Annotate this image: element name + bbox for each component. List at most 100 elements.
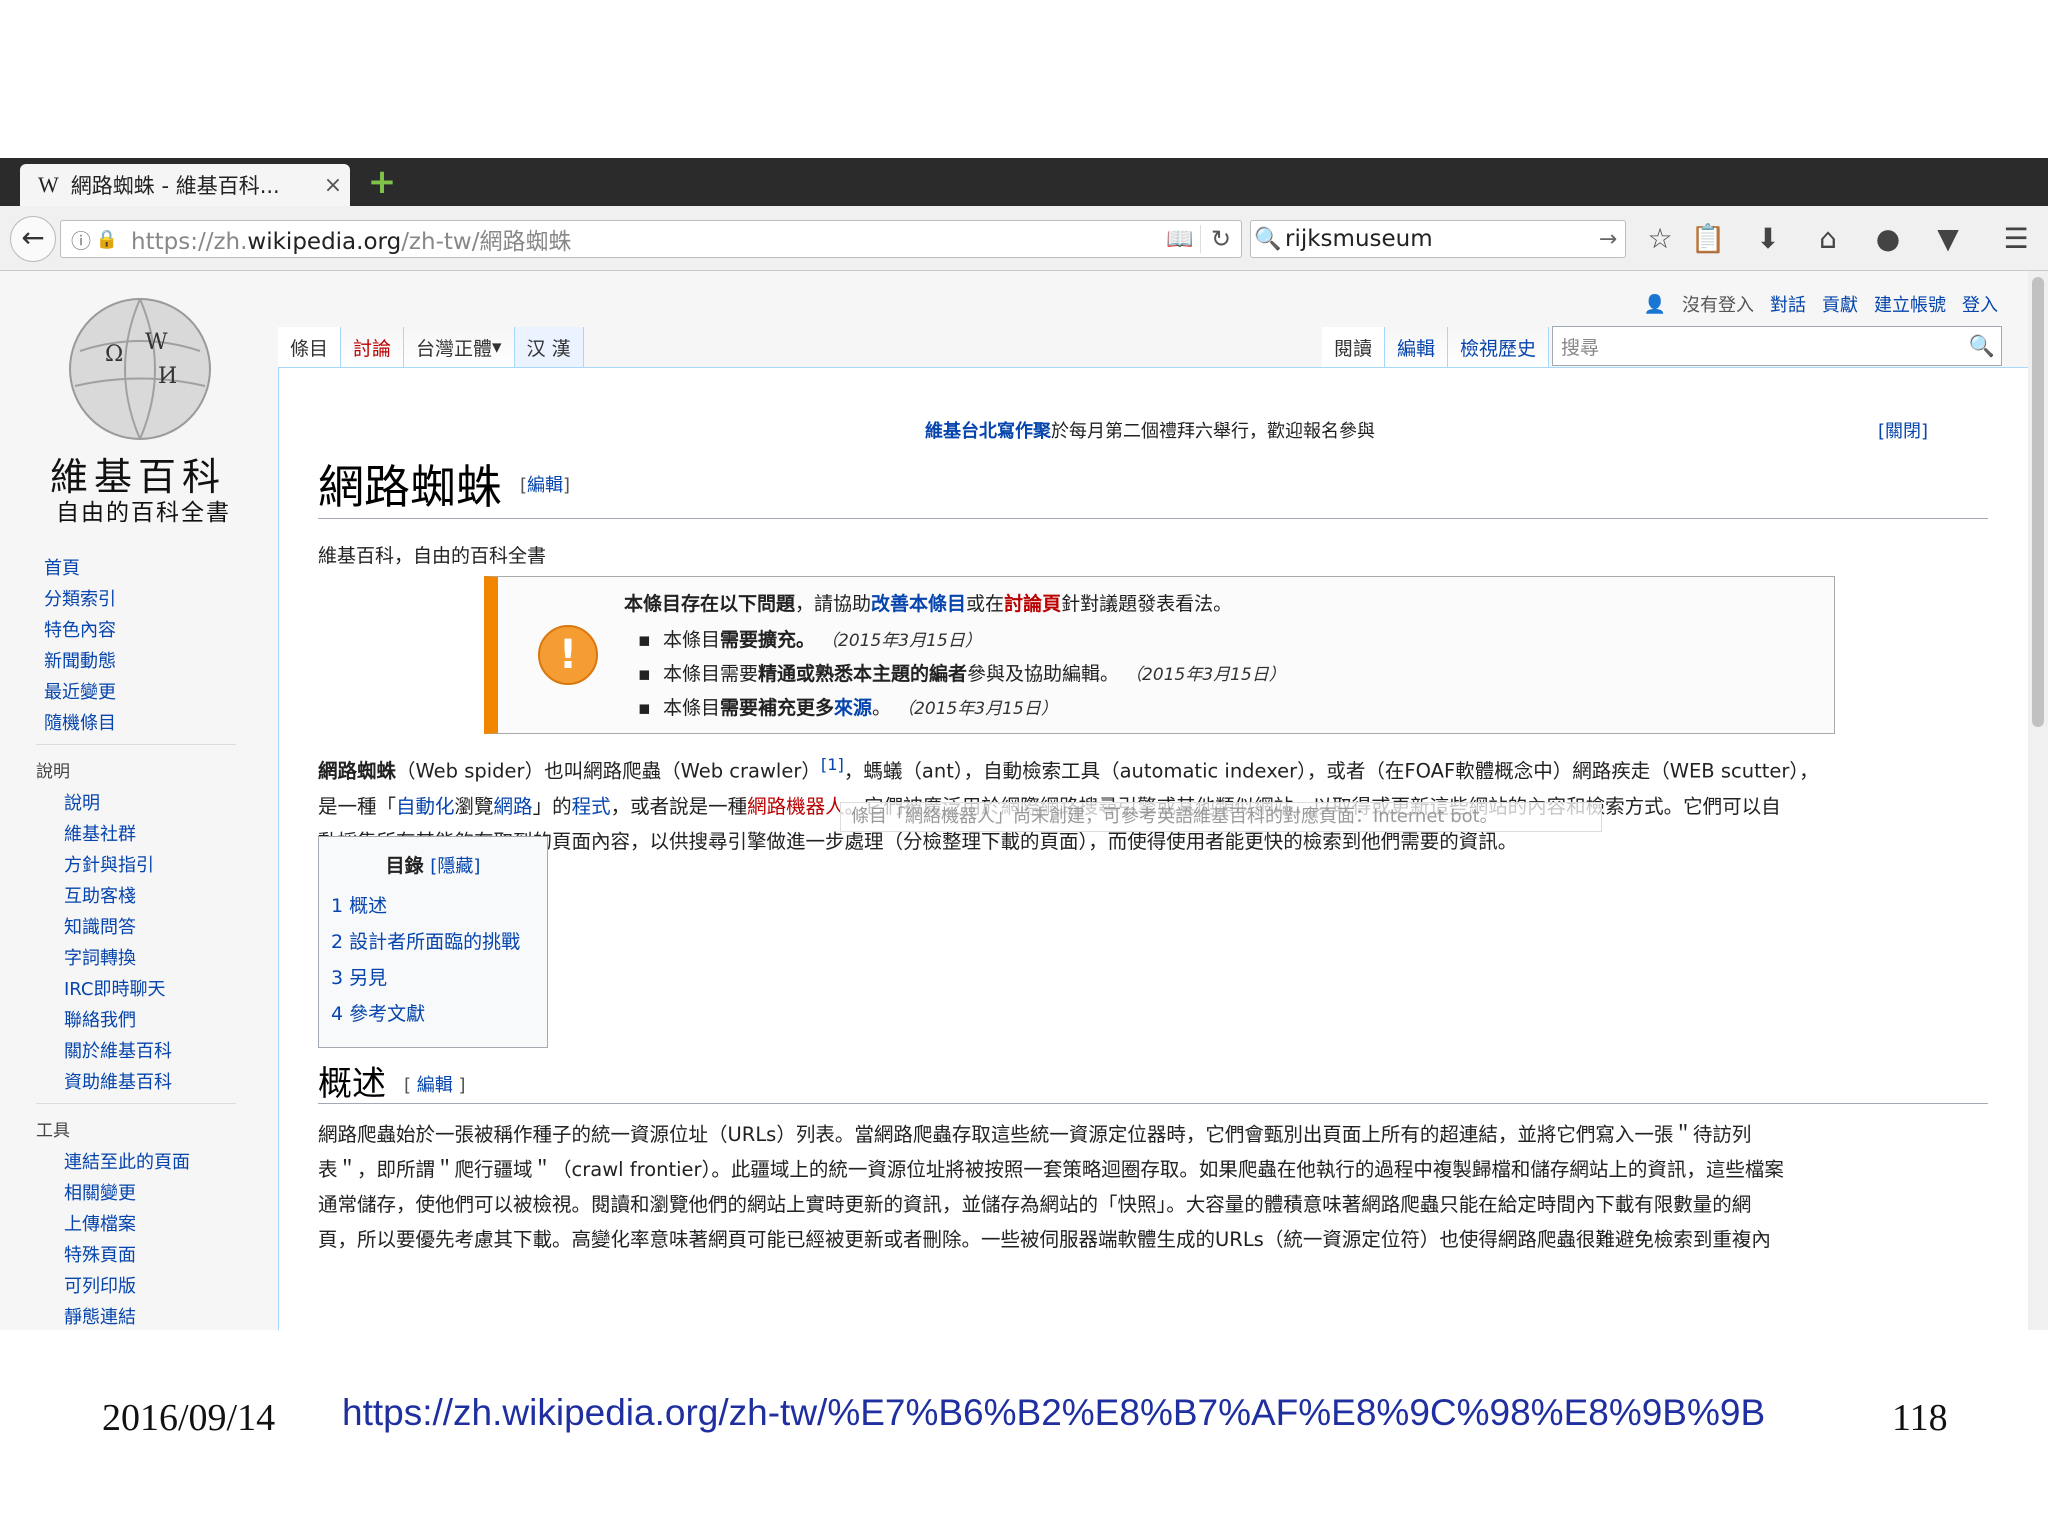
wikipedia-globe-logo[interactable]: Ω W И (60, 291, 220, 441)
overview-line: 頁，所以要優先考慮其下載。高變化率意味著網頁可能已經被更新或者刪除。一些被伺服器… (318, 1228, 1771, 1251)
toc-item[interactable]: 4 參考文獻 (331, 999, 425, 1026)
sidebar-item-conversion[interactable]: 字詞轉換 (64, 944, 172, 975)
program-link[interactable]: 程式 (572, 795, 611, 818)
talk-link[interactable]: 對話 (1770, 291, 1806, 317)
pocket-icon[interactable]: ▼ (1928, 222, 1968, 256)
sidebar-item-main-page[interactable]: 首頁 (44, 554, 116, 585)
browser-tab[interactable]: W 網路蜘蛛 - 維基百科... × (20, 164, 350, 206)
sidebar-item-news[interactable]: 新聞動態 (44, 647, 116, 678)
star-icon[interactable]: ☆ (1640, 222, 1680, 256)
sidebar-item-upload[interactable]: 上傳檔案 (64, 1210, 190, 1241)
sidebar-tools-heading[interactable]: 工具 (36, 1116, 70, 1141)
lock-icon[interactable]: 🔒 (95, 229, 119, 250)
sidebar-item-irc[interactable]: IRC即時聊天 (64, 975, 172, 1006)
search-icon: 🔍 (1254, 226, 1282, 252)
title-divider (318, 518, 1988, 519)
reference-link[interactable]: [1] (821, 755, 844, 774)
ambox-item: ▪ 本條目需要補充更多來源。 （2015年3月15日） (638, 697, 1058, 719)
section-edit-link[interactable]: [ 編輯 ] (404, 1071, 466, 1097)
address-bar[interactable]: ⓘ 🔒 https://zh.wikipedia.org/zh-tw/網路蜘蛛 … (60, 220, 1242, 258)
navigation-toolbar: ← ⓘ 🔒 https://zh.wikipedia.org/zh-tw/網路蜘… (0, 206, 2048, 271)
wiki-search-input[interactable]: 搜尋 🔍 (1552, 326, 2002, 366)
sidebar-item-qa[interactable]: 知識問答 (64, 913, 172, 944)
slide-source-url[interactable]: https://zh.wikipedia.org/zh-tw/%E7%B6%B2… (342, 1392, 1765, 1434)
sidebar-item-donate[interactable]: 資助維基百科 (64, 1068, 172, 1099)
toc-item[interactable]: 2 設計者所面臨的挑戰 (331, 927, 520, 954)
sitenotice-close-link[interactable]: [關閉] (1878, 417, 1928, 443)
tab-edit[interactable]: 編輯 (1385, 327, 1449, 367)
sidebar-item-permalink[interactable]: 靜態連結 (64, 1303, 190, 1330)
scroll-thumb[interactable] (2032, 277, 2044, 727)
sources-link[interactable]: 來源 (834, 697, 872, 719)
back-arrow-icon[interactable]: ← (10, 216, 56, 262)
ambox-item: ▪ 本條目需要擴充。 （2015年3月15日） (638, 629, 982, 651)
chat-icon[interactable]: ● (1868, 222, 1908, 256)
toc-item[interactable]: 1 概述 (331, 891, 387, 918)
improve-article-link[interactable]: 改善本條目 (871, 593, 966, 615)
slide-date: 2016/09/14 (102, 1397, 276, 1439)
internet-bot-link[interactable]: 網路機器人 (747, 795, 845, 818)
intro-line: 網路蜘蛛（Web spider）也叫網路爬蟲（Web crawler）[1]，螞… (318, 755, 1819, 783)
sidebar-item-help[interactable]: 說明 (64, 789, 172, 820)
tab-article[interactable]: 條目 (278, 327, 342, 367)
tab-talk[interactable]: 討論 (341, 327, 405, 367)
toc-hide-link[interactable]: [隱藏] (430, 856, 480, 877)
logo-subtitle: 自由的百科全書 (56, 500, 231, 526)
tab-history[interactable]: 檢視歷史 (1448, 327, 1550, 367)
sidebar-item-featured[interactable]: 特色內容 (44, 616, 116, 647)
tab-title: 網路蜘蛛 - 維基百科... (70, 174, 280, 198)
han-variant-toggle[interactable]: 汉 漢 (514, 327, 584, 367)
page-scrollbar[interactable] (2028, 271, 2048, 1330)
sidebar-item-special-pages[interactable]: 特殊頁面 (64, 1241, 190, 1272)
ambox-item: ▪ 本條目需要精通或熟悉本主題的編者參與及協助編輯。 （2015年3月15日） (638, 663, 1286, 685)
sidebar-item-policy[interactable]: 方針與指引 (64, 851, 172, 882)
overview-line: 表＂，即所謂＂爬行疆域＂（crawl frontier）。此疆域上的統一資源位址… (318, 1158, 1784, 1181)
sidebar-item-contact[interactable]: 聯絡我們 (64, 1006, 172, 1037)
menu-icon[interactable]: ☰ (1996, 222, 2036, 256)
sidebar-item-about[interactable]: 關於維基百科 (64, 1037, 172, 1068)
sidebar-item-related-changes[interactable]: 相關變更 (64, 1179, 190, 1210)
sidebar-item-categories[interactable]: 分類索引 (44, 585, 116, 616)
clipboard-icon[interactable]: 📋 (1688, 222, 1728, 256)
reload-icon[interactable]: ↻ (1200, 225, 1241, 253)
sidebar-item-random[interactable]: 隨機條目 (44, 709, 116, 740)
sidebar-item-printable[interactable]: 可列印版 (64, 1272, 190, 1303)
search-go-arrow-icon[interactable]: → (1591, 227, 1625, 252)
login-link[interactable]: 登入 (1962, 291, 1998, 317)
sidebar-item-village-pump[interactable]: 互助客棧 (64, 882, 172, 913)
svg-text:И: И (158, 364, 177, 389)
tab-read[interactable]: 閱讀 (1322, 327, 1386, 367)
search-icon[interactable]: 🔍 (1963, 334, 2001, 359)
table-of-contents: 目錄 [隱藏] 1 概述 2 設計者所面臨的挑戰 3 另見 4 參考文獻 (318, 836, 548, 1048)
network-link[interactable]: 網路 (494, 795, 533, 818)
wiki-search-placeholder[interactable]: 搜尋 (1553, 333, 1963, 360)
sitenotice-link[interactable]: 維基台北寫作聚 (925, 421, 1051, 442)
slide-page-number: 118 (1892, 1397, 1948, 1439)
talk-page-link[interactable]: 討論頁 (1004, 593, 1061, 615)
sidebar-help-heading[interactable]: 說明 (36, 757, 70, 782)
search-query[interactable]: rijksmuseum (1285, 226, 1591, 252)
new-tab-button[interactable]: + (366, 165, 398, 199)
sidebar-item-what-links-here[interactable]: 連結至此的頁面 (64, 1148, 190, 1179)
toc-item[interactable]: 3 另見 (331, 963, 387, 990)
issues-notice-box: ! 本條目存在以下問題，請協助改善本條目或在討論頁針對議題發表看法。 ▪ 本條目… (484, 576, 1835, 734)
variant-dropdown[interactable]: 台灣正體 ▾ (404, 327, 515, 367)
title-edit-link[interactable]: [編輯] (520, 471, 570, 497)
reader-view-icon[interactable]: 📖 (1160, 227, 1200, 252)
contributions-link[interactable]: 貢獻 (1822, 291, 1858, 317)
svg-text:Ω: Ω (105, 342, 123, 367)
info-icon[interactable]: ⓘ (67, 225, 95, 254)
warning-icon: ! (538, 625, 598, 685)
automation-link[interactable]: 自動化 (396, 795, 455, 818)
create-account-link[interactable]: 建立帳號 (1874, 291, 1946, 317)
browser-search-input[interactable]: 🔍 rijksmuseum → (1250, 220, 1626, 258)
tab-bar: W 網路蜘蛛 - 維基百科... × + (0, 158, 2048, 206)
download-icon[interactable]: ⬇ (1748, 222, 1788, 256)
sidebar-item-recent-changes[interactable]: 最近變更 (44, 678, 116, 709)
address-url[interactable]: https://zh.wikipedia.org/zh-tw/網路蜘蛛 (119, 222, 1160, 256)
view-tabs: 閱讀 編輯 檢視歷史 (1322, 327, 1550, 367)
sidebar-item-community[interactable]: 維基社群 (64, 820, 172, 851)
sidebar-divider (36, 744, 236, 745)
close-tab-icon[interactable]: × (316, 173, 350, 198)
home-icon[interactable]: ⌂ (1808, 222, 1848, 256)
